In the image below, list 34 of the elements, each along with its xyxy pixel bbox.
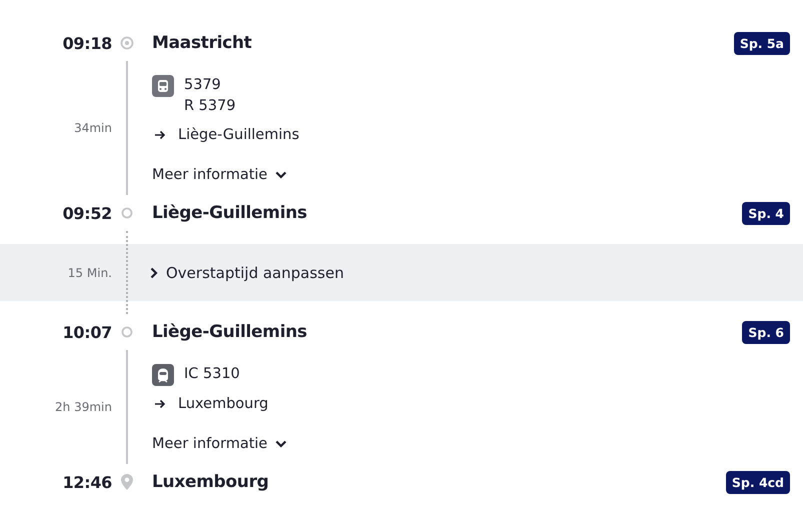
chevron-down-icon <box>275 171 288 179</box>
travel-duration: 2h 39min <box>54 400 112 414</box>
chevron-right-icon <box>150 266 158 278</box>
train-number: IC 5310 <box>184 365 240 384</box>
arrow-right-icon <box>154 399 166 409</box>
train-icon <box>152 75 174 97</box>
transfer-duration: 15 Min. <box>66 266 112 280</box>
platform-badge: Sp. 4cd <box>726 470 790 494</box>
platform-badge: Sp. 5a <box>734 32 790 54</box>
train-number: R 5379 <box>184 97 236 116</box>
platform-badge: Sp. 6 <box>742 320 790 344</box>
adjust-transfer-button[interactable]: Overstaptijd aanpassen <box>142 264 344 282</box>
station-name: Liège-Guillemins <box>151 322 308 342</box>
origin-marker-icon <box>120 36 134 50</box>
travel-duration: 34min <box>73 121 112 135</box>
departure-time: 12:46 <box>62 472 112 492</box>
departure-time: 10:07 <box>62 322 112 342</box>
station-name: Liège-Guillemins <box>151 203 308 223</box>
departure-time: 09:52 <box>62 204 112 222</box>
departure-time: 09:18 <box>62 34 112 52</box>
station-name: Maastricht <box>151 33 253 53</box>
train-icon <box>152 364 174 386</box>
station-name: Luxembourg <box>151 472 270 492</box>
train-number: 5379 <box>184 76 222 95</box>
more-info-button[interactable]: Meer informatie <box>152 167 288 183</box>
train-direction: Luxembourg <box>178 396 268 412</box>
location-pin-icon <box>120 473 134 491</box>
platform-badge: Sp. 4 <box>742 202 790 224</box>
more-info-button[interactable]: Meer informatie <box>152 436 288 452</box>
chevron-down-icon <box>275 440 288 448</box>
stop-marker-icon <box>121 207 133 219</box>
stop-marker-icon <box>121 326 133 338</box>
arrow-right-icon <box>154 130 166 140</box>
train-direction: Liège-Guillemins <box>178 127 300 143</box>
